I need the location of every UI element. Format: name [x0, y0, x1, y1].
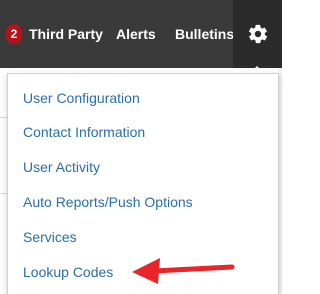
dropdown-caret	[250, 66, 264, 73]
menu-item-user-configuration[interactable]: User Configuration	[23, 90, 140, 106]
menu-item-auto-reports[interactable]: Auto Reports/Push Options	[23, 194, 193, 210]
menu-item-services[interactable]: Services	[23, 229, 77, 245]
menu-item-user-activity[interactable]: User Activity	[23, 159, 100, 175]
nav-third-party[interactable]: Third Party	[29, 0, 103, 68]
nav-bulletins[interactable]: Bulletins	[175, 0, 234, 68]
nav-alerts[interactable]: Alerts	[116, 0, 156, 68]
gear-icon	[248, 24, 267, 44]
top-navigation-bar: 2 Third Party Alerts Bulletins	[0, 0, 282, 68]
notification-badge: 2	[6, 24, 22, 44]
red-arrow-icon	[132, 258, 235, 284]
menu-item-lookup-codes[interactable]: Lookup Codes	[23, 264, 113, 280]
settings-button[interactable]	[233, 0, 282, 68]
menu-item-contact-information[interactable]: Contact Information	[23, 124, 145, 140]
